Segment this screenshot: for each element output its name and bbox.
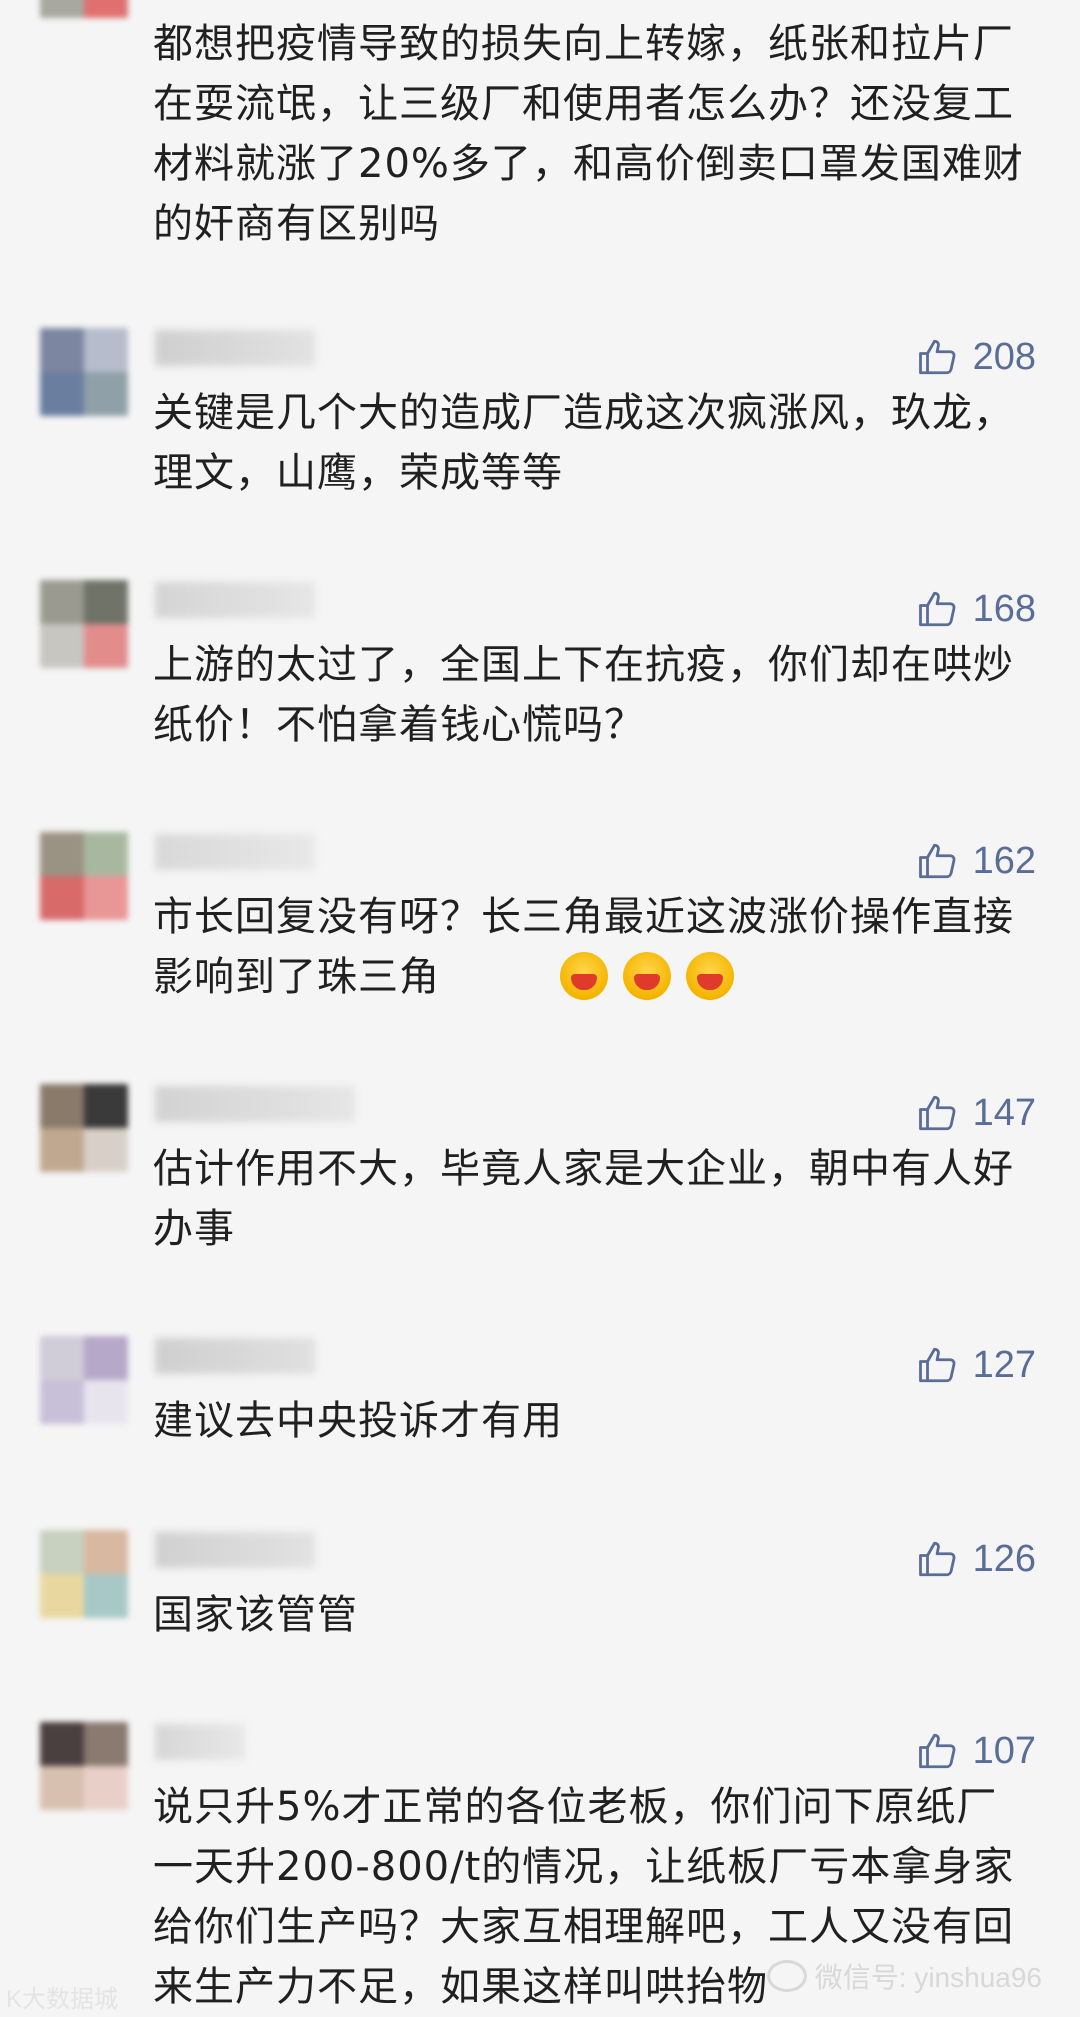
user-name[interactable] bbox=[155, 1086, 355, 1122]
laughing-crying-emoji-icon bbox=[560, 952, 608, 1000]
like-count: 126 bbox=[972, 1538, 1036, 1580]
laughing-crying-emoji-icon bbox=[686, 952, 735, 1000]
like-button[interactable]: 127 bbox=[917, 1341, 1036, 1389]
laughing-crying-emoji-icon bbox=[623, 952, 672, 1000]
like-count: 147 bbox=[972, 1092, 1036, 1134]
logo-watermark: K大数据城 bbox=[6, 1986, 119, 2013]
like-count: 162 bbox=[972, 840, 1036, 882]
like-count: 107 bbox=[972, 1730, 1036, 1772]
thumbs-up-icon bbox=[918, 591, 956, 627]
like-count: 208 bbox=[972, 336, 1036, 378]
like-button[interactable]: 147 bbox=[917, 1089, 1036, 1137]
like-button[interactable]: 208 bbox=[917, 333, 1036, 381]
avatar[interactable] bbox=[40, 328, 128, 416]
avatar[interactable] bbox=[40, 832, 128, 920]
user-name[interactable] bbox=[155, 330, 315, 366]
emoji-row bbox=[560, 952, 744, 1000]
thumbs-up-icon bbox=[918, 339, 956, 375]
watermark-text: 微信号: yinshua96 bbox=[814, 1962, 1042, 1993]
user-name[interactable] bbox=[155, 1724, 245, 1760]
comment-text: 国家该管管 bbox=[153, 1592, 358, 1638]
avatar[interactable] bbox=[40, 1722, 128, 1810]
avatar[interactable] bbox=[40, 1336, 128, 1424]
thumbs-up-icon bbox=[918, 1095, 956, 1131]
thumbs-up-icon bbox=[918, 1733, 956, 1769]
like-button[interactable]: 162 bbox=[917, 837, 1036, 885]
user-name[interactable] bbox=[155, 1338, 315, 1374]
wechat-watermark: 微信号: yinshua96 bbox=[766, 1956, 1042, 1996]
comment-text: 都想把疫情导致的损失向上转嫁，纸张和拉片厂在耍流氓，让三级厂和使用者怎么办？还没… bbox=[153, 21, 1024, 247]
avatar[interactable] bbox=[40, 1084, 128, 1172]
avatar[interactable] bbox=[40, 580, 128, 668]
comment-text: 上游的太过了，全国上下在抗疫，你们却在哄炒纸价！不怕拿着钱心慌吗？ bbox=[153, 642, 1014, 748]
like-count: 127 bbox=[972, 1344, 1036, 1386]
like-button[interactable]: 126 bbox=[917, 1535, 1036, 1583]
wechat-icon bbox=[766, 1960, 807, 1992]
like-button[interactable]: 168 bbox=[917, 585, 1036, 633]
user-name[interactable] bbox=[155, 1532, 315, 1568]
avatar[interactable] bbox=[40, 0, 128, 18]
avatar[interactable] bbox=[40, 1530, 128, 1618]
like-count: 168 bbox=[972, 588, 1036, 630]
thumbs-up-icon bbox=[918, 843, 956, 879]
comment-text: 关键是几个大的造成厂造成这次疯涨风，玖龙，理文，山鹰，荣成等等 bbox=[153, 390, 1014, 496]
like-button[interactable]: 107 bbox=[917, 1727, 1036, 1775]
comment-text: 估计作用不大，毕竟人家是大企业，朝中有人好办事 bbox=[153, 1146, 1014, 1252]
user-name[interactable] bbox=[155, 582, 315, 618]
user-name[interactable] bbox=[155, 834, 315, 870]
comment-text: 建议去中央投诉才有用 bbox=[153, 1398, 563, 1444]
thumbs-up-icon bbox=[918, 1347, 956, 1383]
thumbs-up-icon bbox=[918, 1541, 956, 1577]
